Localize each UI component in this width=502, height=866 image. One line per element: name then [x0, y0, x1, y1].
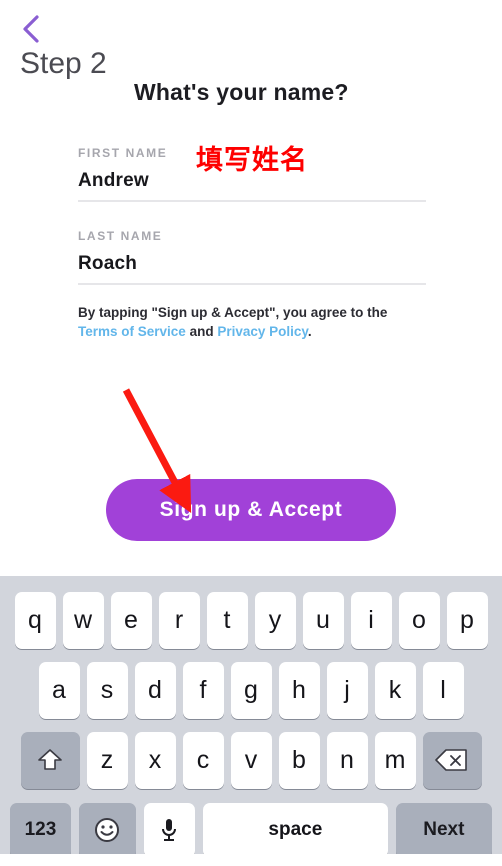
- next-key[interactable]: Next: [395, 802, 492, 858]
- key-g[interactable]: g: [230, 661, 272, 719]
- key-b[interactable]: b: [278, 731, 320, 789]
- last-name-label: LAST NAME: [78, 229, 163, 243]
- key-u[interactable]: u: [302, 591, 344, 649]
- last-name-field-group[interactable]: LAST NAME Roach: [78, 229, 426, 285]
- microphone-key[interactable]: [143, 802, 195, 858]
- key-j[interactable]: j: [326, 661, 368, 719]
- emoji-icon: [94, 817, 120, 843]
- key-z[interactable]: z: [86, 731, 128, 789]
- shift-key[interactable]: [20, 731, 80, 789]
- key-a[interactable]: a: [38, 661, 80, 719]
- keyboard-row-2: a s d f g h j k l: [0, 658, 502, 722]
- microphone-icon: [159, 817, 179, 843]
- key-n[interactable]: n: [326, 731, 368, 789]
- first-name-underline: [78, 200, 426, 202]
- key-x[interactable]: x: [134, 731, 176, 789]
- terms-prefix: By tapping "Sign up & Accept", you agree…: [78, 305, 388, 320]
- key-v[interactable]: v: [230, 731, 272, 789]
- terms-middle: and: [185, 324, 218, 339]
- last-name-input[interactable]: Roach: [78, 253, 426, 275]
- emoji-key[interactable]: [78, 802, 136, 858]
- keyboard-row-1: q w e r t y u i o p: [0, 588, 502, 652]
- keyboard-bottom-strip: [0, 854, 502, 866]
- chevron-left-icon: [18, 12, 44, 46]
- sign-up-accept-button[interactable]: Sign up & Accept: [106, 479, 396, 541]
- key-t[interactable]: t: [206, 591, 248, 649]
- key-e[interactable]: e: [110, 591, 152, 649]
- first-name-field-group[interactable]: FIRST NAME Andrew: [78, 146, 426, 202]
- page-title: What's your name?: [134, 79, 349, 105]
- numbers-key[interactable]: 123: [10, 802, 71, 858]
- keyboard-row-3: z x c v b n m: [0, 728, 502, 792]
- terms-suffix: .: [307, 324, 312, 339]
- key-m[interactable]: m: [374, 731, 416, 789]
- terms-of-service-link[interactable]: Terms of Service: [78, 324, 186, 339]
- last-name-underline: [78, 283, 426, 285]
- backspace-icon: [435, 748, 469, 772]
- key-i[interactable]: i: [350, 591, 392, 649]
- privacy-policy-link[interactable]: Privacy Policy: [217, 324, 308, 339]
- key-y[interactable]: y: [254, 591, 296, 649]
- key-d[interactable]: d: [134, 661, 176, 719]
- back-button[interactable]: [18, 12, 44, 46]
- onscreen-keyboard: q w e r t y u i o p a s d f g h j k l z …: [0, 576, 502, 858]
- phone-screen: Step 2 What's your name? 填写姓名 FIRST NAME…: [0, 0, 502, 866]
- key-o[interactable]: o: [398, 591, 440, 649]
- keyboard-row-4: 123 space Next: [0, 798, 502, 862]
- key-r[interactable]: r: [158, 591, 200, 649]
- key-q[interactable]: q: [14, 591, 56, 649]
- key-s[interactable]: s: [86, 661, 128, 719]
- key-f[interactable]: f: [182, 661, 224, 719]
- step-label: Step 2: [20, 47, 107, 80]
- key-l[interactable]: l: [422, 661, 464, 719]
- key-h[interactable]: h: [278, 661, 320, 719]
- key-p[interactable]: p: [446, 591, 488, 649]
- terms-disclaimer: By tapping "Sign up & Accept", you agree…: [78, 303, 430, 341]
- first-name-input[interactable]: Andrew: [78, 170, 426, 192]
- key-w[interactable]: w: [62, 591, 104, 649]
- key-c[interactable]: c: [182, 731, 224, 789]
- backspace-key[interactable]: [422, 731, 482, 789]
- key-k[interactable]: k: [374, 661, 416, 719]
- shift-icon: [36, 747, 64, 773]
- space-key[interactable]: space: [203, 802, 388, 858]
- first-name-label: FIRST NAME: [78, 146, 168, 160]
